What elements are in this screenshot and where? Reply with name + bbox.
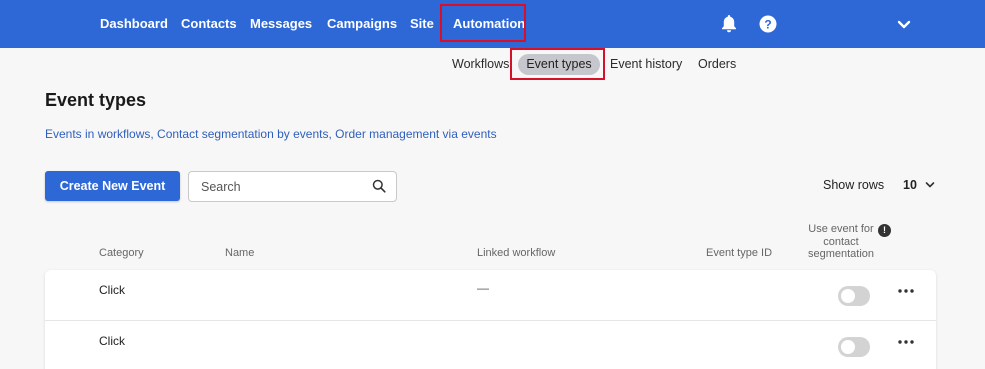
cell-linked-workflow: — [477, 281, 489, 295]
toggle-knob [841, 289, 855, 303]
segmentation-toggle[interactable] [838, 286, 870, 306]
search-icon[interactable] [372, 179, 386, 193]
help-icon[interactable]: ? [756, 12, 780, 36]
link-contact-segmentation[interactable]: Contact segmentation by events [157, 127, 328, 141]
nav-site[interactable]: Site [410, 0, 434, 48]
info-icon[interactable]: ! [878, 224, 891, 237]
column-header-name: Name [225, 247, 255, 259]
rows-per-page-value: 10 [903, 178, 917, 192]
subnav-orders[interactable]: Orders [698, 52, 736, 76]
subnav-event-history[interactable]: Event history [610, 52, 682, 76]
highlight-box-event-types [510, 48, 605, 80]
highlight-box-automation [440, 4, 526, 42]
chevron-down-icon [925, 182, 935, 188]
nav-contacts[interactable]: Contacts [181, 0, 237, 48]
bell-icon[interactable] [717, 12, 741, 36]
more-options-icon[interactable] [897, 337, 915, 347]
segmentation-toggle[interactable] [838, 337, 870, 357]
svg-text:?: ? [764, 17, 771, 31]
nav-messages[interactable]: Messages [250, 0, 312, 48]
more-options-icon[interactable] [897, 286, 915, 296]
column-header-event-type-id: Event type ID [706, 247, 773, 259]
page-title: Event types [45, 90, 147, 110]
nav-dashboard[interactable]: Dashboard [100, 0, 168, 48]
create-new-event-button[interactable]: Create New Event [45, 171, 180, 201]
subnav-workflows[interactable]: Workflows [452, 52, 509, 76]
search-box [188, 171, 397, 202]
cell-category: Click [99, 334, 125, 348]
rows-per-page-select[interactable]: 10 [903, 176, 939, 196]
table-row[interactable]: Click [45, 320, 936, 369]
link-order-management[interactable]: Order management via events [335, 127, 496, 141]
show-rows-label: Show rows [823, 178, 885, 192]
help-links: Events in workflows, Contact segmentatio… [45, 127, 497, 141]
column-header-category: Category [99, 247, 144, 259]
search-input[interactable] [189, 172, 359, 201]
top-navigation-bar: Dashboard Contacts Messages Campaigns Si… [0, 0, 985, 48]
events-table: Click — Click [45, 270, 936, 369]
column-header-linked-workflow: Linked workflow [477, 247, 556, 259]
cell-category: Click [99, 283, 125, 297]
table-row[interactable]: Click — [45, 270, 936, 320]
toggle-knob [841, 340, 855, 354]
nav-campaigns[interactable]: Campaigns [327, 0, 397, 48]
chevron-down-icon[interactable] [892, 12, 916, 36]
link-events-in-workflows[interactable]: Events in workflows [45, 127, 150, 141]
column-header-segmentation: Use event for contact segmentation [807, 223, 875, 260]
